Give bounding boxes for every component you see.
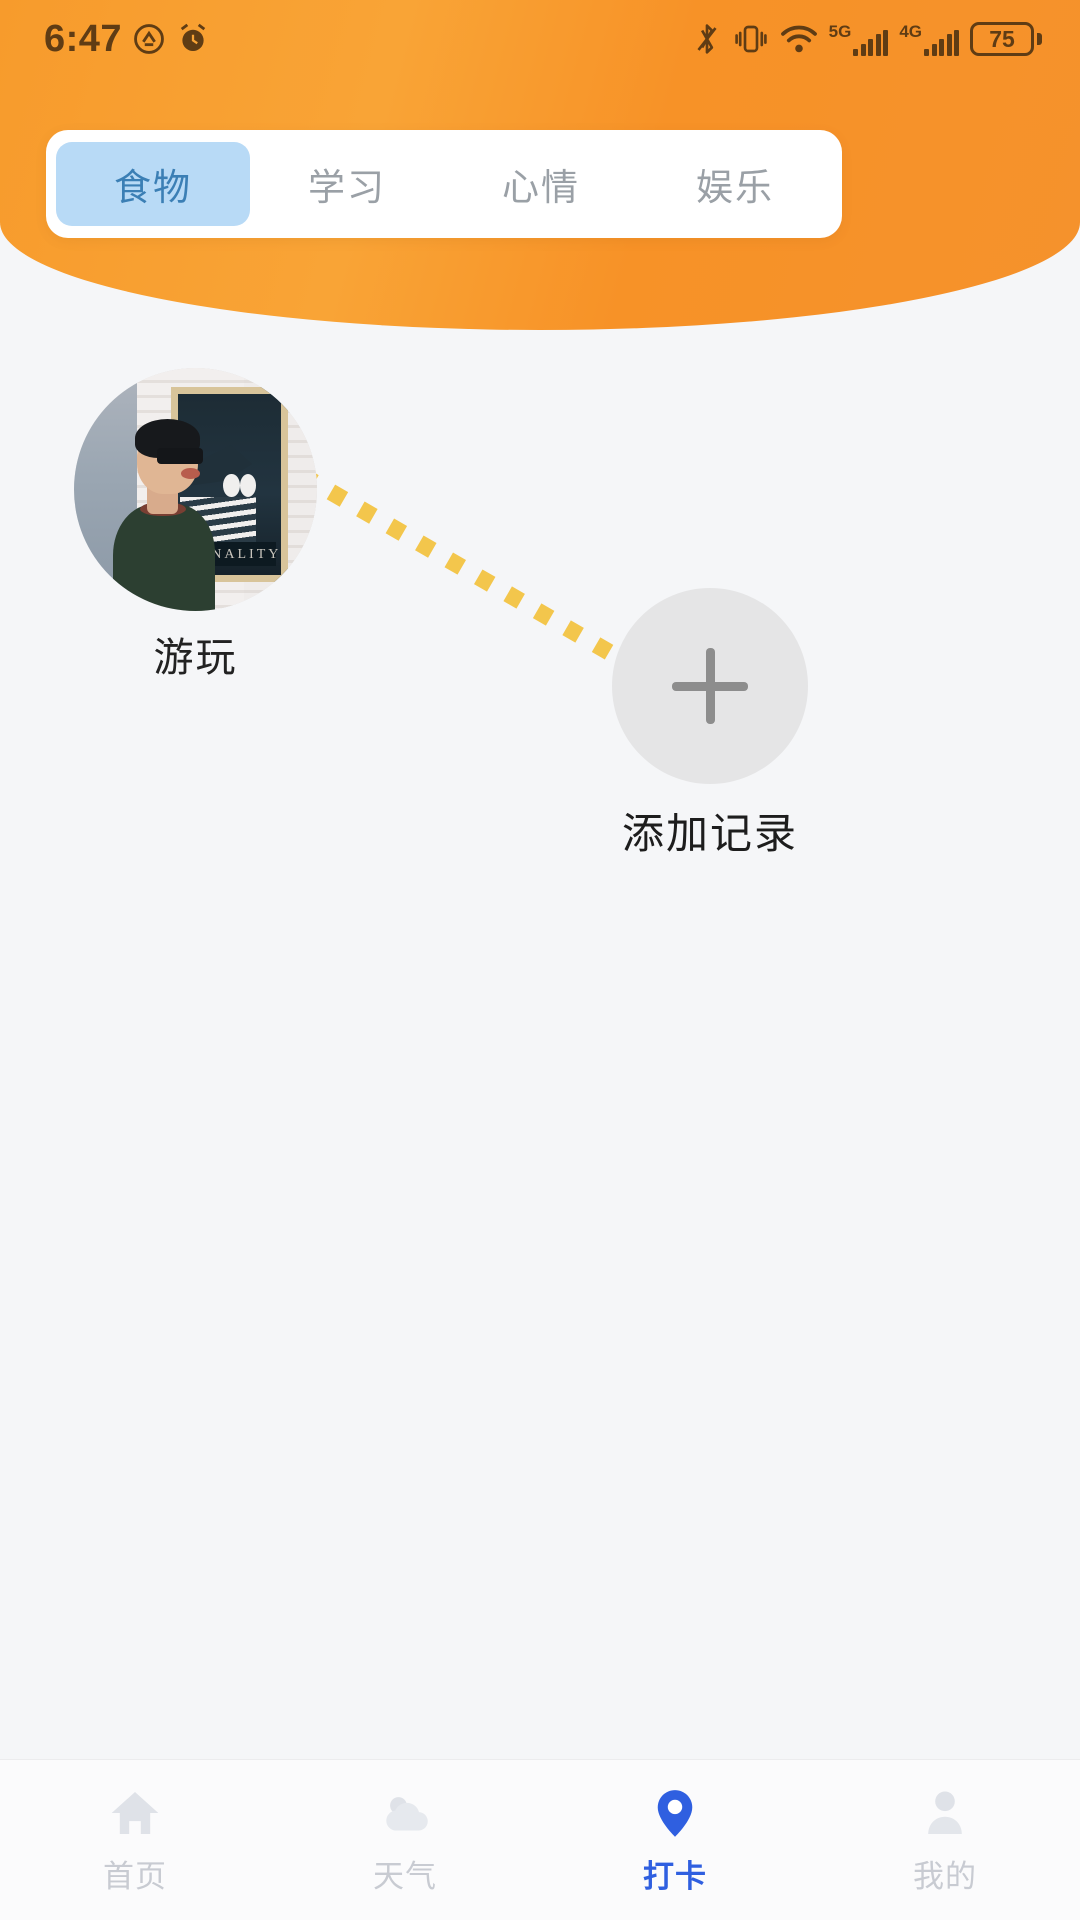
nav-item-profile[interactable]: 我的: [810, 1785, 1080, 1896]
vibrate-icon: [733, 22, 769, 56]
tab-study[interactable]: 学习: [250, 142, 444, 226]
tab-food-label: 食物: [114, 167, 192, 208]
record-canvas: GINALITY 游玩 添加记录: [0, 330, 1080, 1760]
wifi-icon: [780, 23, 818, 55]
bluetooth-off-icon: [692, 22, 722, 56]
avatar-photo: GINALITY: [74, 368, 317, 611]
plus-icon-vertical: [705, 648, 715, 724]
tab-entertainment[interactable]: 娱乐: [638, 142, 832, 226]
bottom-navigation-bar: 首页 天气 打卡 我的: [0, 1759, 1080, 1920]
map-pin-icon: [647, 1785, 703, 1841]
record-node-label: 游玩: [153, 636, 238, 680]
add-record-node[interactable]: 添加记录: [612, 588, 808, 861]
add-record-button[interactable]: [612, 588, 808, 784]
person-icon: [917, 1785, 973, 1841]
battery-nub: [1037, 33, 1042, 45]
nav-item-home-label: 首页: [103, 1858, 167, 1894]
nav-item-checkin[interactable]: 打卡: [540, 1785, 810, 1896]
signal-5g-icon: 5G: [829, 23, 889, 56]
status-bar: 6:47 5G 4G 75: [0, 0, 1080, 78]
nav-item-checkin-label: 打卡: [643, 1858, 707, 1894]
home-icon: [107, 1785, 163, 1841]
tab-entertainment-label: 娱乐: [696, 167, 774, 208]
battery-level-text: 75: [989, 25, 1015, 52]
do-not-disturb-icon: [132, 22, 166, 56]
tab-mood[interactable]: 心情: [444, 142, 638, 226]
alarm-icon: [176, 22, 210, 56]
record-node-travel[interactable]: GINALITY 游玩: [74, 368, 317, 683]
nav-item-weather-label: 天气: [373, 1858, 437, 1894]
status-bar-clock: 6:47: [44, 17, 123, 60]
cloud-icon: [377, 1785, 433, 1841]
status-bar-right: 5G 4G 75: [692, 22, 1042, 56]
battery-indicator: 75: [970, 22, 1042, 56]
nav-item-home[interactable]: 首页: [0, 1785, 270, 1896]
nav-item-profile-label: 我的: [913, 1858, 977, 1894]
add-record-label: 添加记录: [621, 810, 798, 857]
nav-item-weather[interactable]: 天气: [270, 1785, 540, 1896]
record-node-avatar[interactable]: GINALITY: [74, 368, 317, 611]
status-bar-left: 6:47: [44, 18, 210, 61]
signal-4g-icon: 4G: [899, 23, 959, 56]
tab-study-label: 学习: [308, 167, 386, 208]
tab-food[interactable]: 食物: [56, 142, 250, 226]
tab-mood-label: 心情: [502, 167, 580, 208]
category-tab-bar: 食物 学习 心情 娱乐: [46, 130, 842, 238]
